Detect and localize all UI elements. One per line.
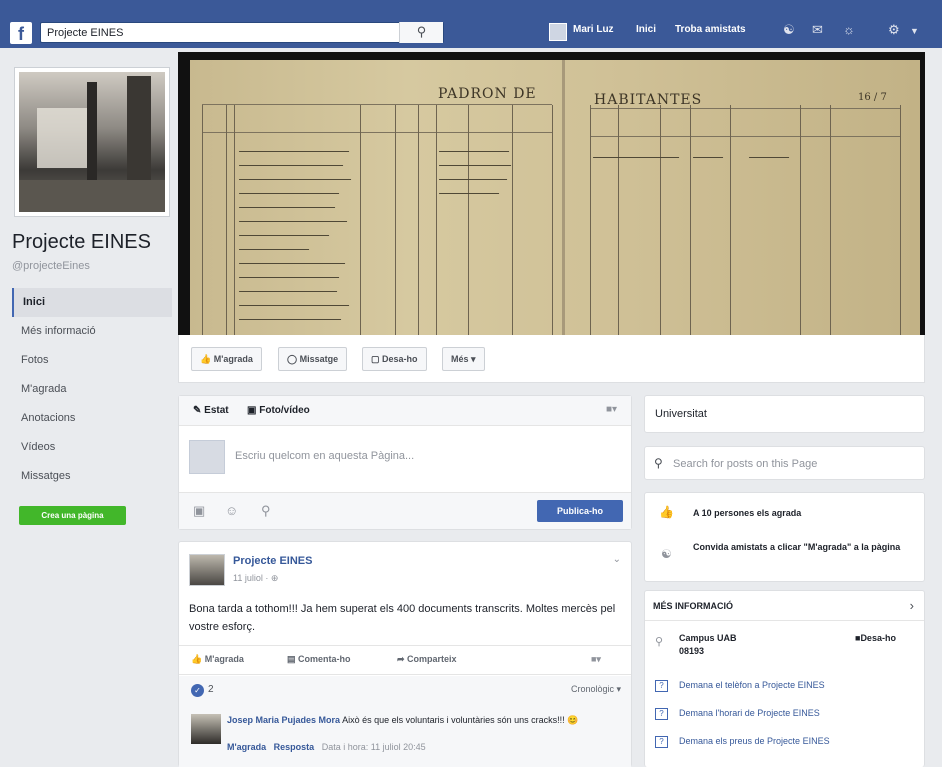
page-posts-search-input[interactable]: Search for posts on this Page — [673, 458, 817, 470]
comment-author[interactable]: Josep Maria Pujades Mora — [227, 715, 340, 725]
search-icon: ⚲ — [654, 456, 663, 470]
location-pin-icon: ⚲ — [655, 636, 664, 648]
community-card: 👍 A 10 persones els agrada ☯ Convida ami… — [644, 492, 925, 582]
page-search-card[interactable]: ⚲ Search for posts on this Page — [644, 446, 925, 480]
sidebar-item-home[interactable]: Inici — [12, 288, 172, 317]
messages-icon[interactable]: ✉ — [812, 22, 823, 38]
page-navigation: Inici Més informació Fotos M'agrada Anot… — [12, 288, 172, 491]
like-page-button[interactable]: 👍 M'agrada — [191, 347, 262, 371]
request-icon: ? — [655, 680, 668, 692]
comment-sort-dropdown[interactable]: Cronològic ▾ — [571, 684, 621, 695]
composer-input[interactable]: Escriu quelcom en aquesta Pàgina... — [235, 450, 414, 462]
sidebar-item-photos[interactable]: Fotos — [12, 346, 172, 375]
user-name-link[interactable]: Mari Luz — [573, 24, 614, 35]
tab-status[interactable]: ✎ Estat — [193, 405, 229, 416]
post-action-bar: 👍 M'agrada ▤ Comenta-ho ➦ Comparteix ■▾ — [179, 645, 631, 675]
save-address-button[interactable]: ■Desa-ho — [855, 633, 896, 643]
home-link[interactable]: Inici — [636, 24, 656, 35]
document-fold — [562, 60, 565, 335]
request-prices-link[interactable]: Demana els preus de Projecte EINES — [679, 736, 830, 746]
message-page-button[interactable]: ◯ Missatge — [278, 347, 348, 371]
user-avatar[interactable] — [549, 23, 567, 41]
page-title: Projecte EINES — [12, 231, 151, 253]
comment-body: Josep Maria Pujades Mora Això és que els… — [227, 714, 619, 727]
facebook-logo-icon[interactable]: f — [10, 22, 32, 44]
request-hours-link[interactable]: Demana l'horari de Projecte EINES — [679, 708, 820, 718]
sidebar-item-videos[interactable]: Vídeos — [12, 433, 172, 462]
chevron-right-icon[interactable]: › — [910, 598, 914, 613]
invite-friends-link[interactable]: Convida amistats a clicar "M'agrada" a l… — [693, 541, 913, 554]
sidebar-item-messages[interactable]: Missatges — [12, 462, 172, 491]
request-icon: ? — [655, 708, 668, 720]
post-comment-button[interactable]: ▤ Comenta-ho — [287, 654, 351, 665]
cover-page-number: 16 / 7 — [858, 92, 887, 103]
like-reaction-icon: ✓ — [191, 684, 204, 697]
comment-timestamp[interactable]: Data i hora: 11 juliol 20:45 — [322, 742, 426, 752]
search-input[interactable] — [41, 23, 411, 42]
composer-footer: ▣ ☺ ⚲ Publica-ho — [179, 492, 631, 529]
more-button[interactable]: Més ▾ — [442, 347, 485, 371]
address-line-2: 08193 — [679, 646, 705, 656]
comment-reply-link[interactable]: Resposta — [274, 742, 315, 752]
invite-friends-icon: ☯ — [661, 547, 672, 561]
cover-heading-right: HABITANTES — [594, 92, 703, 108]
friend-requests-icon[interactable]: ☯ — [783, 22, 795, 38]
create-page-button[interactable]: Crea una pàgina — [19, 506, 126, 525]
post-author[interactable]: Projecte EINES — [233, 555, 312, 567]
composer-body[interactable]: Escriu quelcom en aquesta Pàgina... — [179, 426, 631, 492]
post-timestamp[interactable]: 11 juliol · ⊕ — [233, 573, 278, 584]
sidebar-item-notes[interactable]: Anotacions — [12, 404, 172, 433]
reactions-section: ✓ 2 Cronològic ▾ Josep Maria Pujades Mor… — [179, 676, 631, 767]
like-count[interactable]: 2 — [208, 684, 214, 695]
top-navigation-bar: f ⚲ Mari Luz Inici Troba amistats ☯ ✉ ☼ … — [0, 0, 942, 48]
post-body: Bona tarda a tothom!!! Ja hem superat el… — [189, 603, 616, 633]
location-icon[interactable]: ⚲ — [261, 503, 271, 519]
request-phone-link[interactable]: Demana el telèfon a Projecte EINES — [679, 680, 825, 690]
chevron-down-icon[interactable]: ▼ — [910, 26, 919, 36]
sidebar-item-about[interactable]: Més informació — [12, 317, 172, 346]
composer-tabs: ✎ Estat ▣ Foto/vídeo ■▾ — [179, 396, 631, 426]
post-options-icon[interactable]: ■▾ — [591, 654, 601, 665]
census-document-image: PADRON DE HABITANTES 16 / 7 — [190, 60, 920, 335]
profile-picture[interactable] — [14, 67, 170, 217]
feed-post: Projecte EINES 11 juliol · ⊕ ⌄ Bona tard… — [178, 541, 632, 767]
search-bar[interactable]: ⚲ — [40, 22, 444, 43]
avatar[interactable] — [189, 554, 225, 586]
likes-icon: 👍 — [659, 505, 674, 519]
find-friends-link[interactable]: Troba amistats — [675, 24, 746, 35]
tag-people-icon[interactable]: ☺ — [225, 503, 238, 518]
chevron-down-icon[interactable]: ⌄ — [613, 554, 621, 565]
publish-button[interactable]: Publica-ho — [537, 500, 623, 522]
post-like-button[interactable]: 👍 M'agrada — [191, 654, 244, 665]
comment-like-link[interactable]: M'agrada — [227, 742, 266, 752]
profile-photo-image — [19, 72, 165, 212]
page-category[interactable]: Universitat — [655, 408, 707, 420]
comment-text: Això és que els voluntaris i voluntàries… — [342, 715, 579, 725]
more-info-title: MÉS INFORMACIÓ — [653, 601, 733, 611]
photo-icon[interactable]: ▣ — [193, 503, 205, 519]
address-line-1: Campus UAB — [679, 633, 737, 643]
page-action-bar: 👍 M'agrada ◯ Missatge ▢ Desa-ho Més ▾ — [178, 335, 925, 383]
post-share-button[interactable]: ➦ Comparteix — [397, 654, 457, 665]
more-info-header[interactable]: MÉS INFORMACIÓ › — [645, 591, 924, 621]
cover-heading-left: PADRON DE — [438, 86, 537, 102]
more-info-card: MÉS INFORMACIÓ › ⚲ Campus UAB 08193 ■Des… — [644, 590, 925, 767]
sidebar-item-likes[interactable]: M'agrada — [12, 375, 172, 404]
page-handle[interactable]: @projecteEines — [12, 260, 90, 272]
category-card: Universitat — [644, 395, 925, 433]
request-icon: ? — [655, 736, 668, 748]
post-composer: ✎ Estat ▣ Foto/vídeo ■▾ Escriu quelcom e… — [178, 395, 632, 530]
search-icon[interactable]: ⚲ — [399, 22, 443, 43]
avatar — [189, 440, 225, 474]
tab-photo-video[interactable]: ▣ Foto/vídeo — [247, 405, 310, 416]
save-page-button[interactable]: ▢ Desa-ho — [362, 347, 427, 371]
composer-options-icon[interactable]: ■▾ — [606, 404, 617, 415]
notifications-icon[interactable]: ☼ — [843, 22, 855, 37]
cover-photo[interactable]: PADRON DE HABITANTES 16 / 7 — [178, 52, 925, 335]
comment-meta: M'agrada Resposta Data i hora: 11 juliol… — [227, 742, 426, 752]
settings-icon[interactable]: ⚙ — [888, 22, 900, 38]
likes-summary[interactable]: A 10 persones els agrada — [693, 508, 801, 518]
avatar[interactable] — [191, 714, 221, 744]
